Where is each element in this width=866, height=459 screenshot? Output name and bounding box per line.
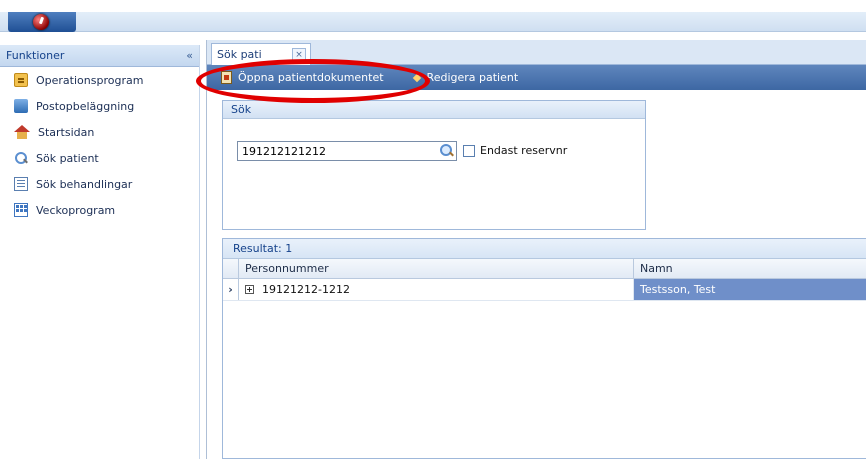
sidebar-item-veckoprogram[interactable]: Veckoprogram [0,197,199,223]
edit-patient-button[interactable]: Redigera patient [412,71,519,84]
sidebar-item-postopbelaggning[interactable]: Postopbeläggning [0,93,199,119]
sidebar-item-operationsprogram[interactable]: Operationsprogram [0,67,199,93]
sidebar: Funktioner « Operationsprogram Postopbel… [0,45,200,459]
edit-icon [412,73,421,82]
personnummer-value: 19121212-1212 [262,283,350,296]
list-icon [14,177,28,191]
top-bar [0,12,866,32]
open-patient-document-label: Öppna patientdokumentet [238,71,384,84]
sidebar-item-label: Sök patient [36,151,99,165]
sidebar-item-sok-patient[interactable]: Sök patient [0,145,199,171]
sidebar-item-label: Veckoprogram [36,203,116,217]
app-orb-icon [33,14,49,30]
toolbar: Öppna patientdokumentet Redigera patient [207,65,866,90]
application-window: Funktioner « Operationsprogram Postopbel… [0,0,866,459]
document-icon [221,71,232,84]
results-grid-header: Personnummer Namn [223,259,866,279]
results-header: Resultat: 1 [223,239,866,259]
sidebar-title: Funktioner [6,49,65,62]
search-icon [14,151,28,165]
tab-sok-patient[interactable]: Sök pati × [211,43,311,65]
tab-close-icon[interactable]: × [292,48,306,61]
search-group-header: Sök [223,101,645,119]
sidebar-item-label: Startsidan [38,125,95,139]
edit-patient-label: Redigera patient [426,71,519,84]
sidebar-item-label: Postopbeläggning [36,99,135,113]
sidebar-item-startsidan[interactable]: Startsidan [0,119,199,145]
row-indicator-icon: › [223,279,239,300]
sidebar-item-label: Operationsprogram [36,73,144,87]
week-grid-icon [14,203,28,217]
calendar-note-icon [14,73,28,87]
sidebar-header: Funktioner « [0,45,199,67]
reserve-only-label: Endast reservnr [480,144,568,157]
personnummer-search-input[interactable] [237,141,457,161]
tab-strip: Sök pati × [207,40,866,65]
reserve-only-checkbox[interactable] [463,145,475,157]
sidebar-collapse-button[interactable]: « [186,49,193,62]
search-icon[interactable] [439,143,455,159]
app-menu-button[interactable] [8,12,76,32]
sidebar-item-label: Sök behandlingar [36,177,133,191]
expand-plus-icon[interactable] [245,285,254,294]
tab-label: Sök pati [217,48,262,61]
results-panel: Resultat: 1 Personnummer Namn › 19121212… [222,238,866,459]
search-group: Sök Endast reservnr [222,100,646,230]
column-header-personnummer[interactable]: Personnummer [239,259,634,278]
sidebar-item-sok-behandlingar[interactable]: Sök behandlingar [0,171,199,197]
cell-namn[interactable]: Testsson, Test [634,279,866,300]
open-patient-document-button[interactable]: Öppna patientdokumentet [221,71,384,84]
column-header-namn[interactable]: Namn [634,259,866,278]
people-icon [14,99,28,113]
cell-personnummer[interactable]: 19121212-1212 [239,279,634,300]
table-row[interactable]: › 19121212-1212 Testsson, Test [223,279,866,301]
grid-indicator-header [223,259,239,278]
main-panel: Sök pati × Öppna patientdokumentet Redig… [206,40,866,459]
home-icon [14,125,30,139]
